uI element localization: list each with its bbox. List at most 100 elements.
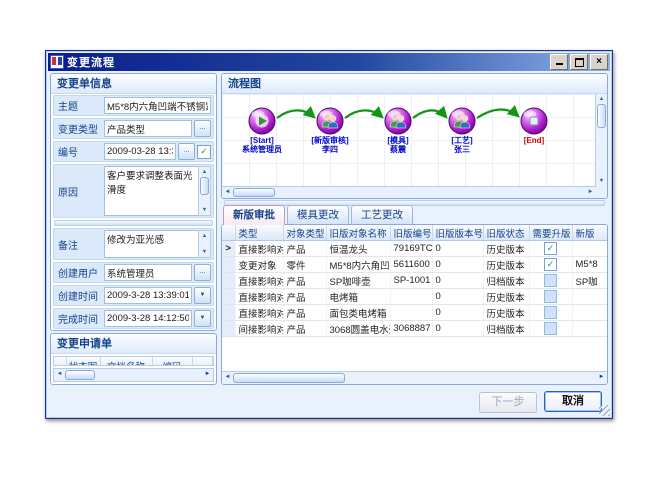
- scroll-thumb[interactable]: [200, 177, 209, 195]
- node-sublabel: 蔡震: [389, 144, 407, 154]
- tab-strip: 新版审批 模具更改 工艺更改: [221, 207, 608, 224]
- right-column: 流程图: [221, 73, 608, 385]
- scroll-thumb[interactable]: [597, 104, 606, 128]
- creator-input[interactable]: [104, 264, 192, 281]
- create-time-label: 创建时间: [56, 288, 104, 303]
- creator-row: 创建用户 ...: [53, 262, 214, 283]
- remark-scrollbar[interactable]: ▲ ▼: [198, 230, 211, 258]
- flow-chart-group: 流程图: [221, 73, 608, 199]
- cell-oldno: 3068887: [390, 321, 432, 337]
- change-type-ellipsis-button[interactable]: ...: [194, 120, 211, 137]
- node-sublabel: 系统管理员: [242, 144, 282, 154]
- row-indicator: [222, 257, 235, 273]
- maximize-button[interactable]: [570, 54, 588, 70]
- grid-col-indicator: [222, 225, 235, 241]
- grid-row[interactable]: 间接影响对象 产品 3068圆盖电水壶 3068887 0 归档版本: [222, 321, 607, 337]
- cell-oldver: 0: [432, 289, 483, 305]
- upgrade-checkbox[interactable]: [544, 242, 557, 255]
- flow-node-end[interactable]: [521, 108, 547, 134]
- request-hscrollbar[interactable]: ◄ ►: [53, 368, 214, 382]
- row-indicator: [222, 289, 235, 305]
- cell-oldver: 0: [432, 321, 483, 337]
- number-checkbox[interactable]: [197, 145, 211, 159]
- scroll-down-icon[interactable]: ▼: [199, 247, 210, 257]
- finish-time-dropdown-button[interactable]: ▼: [194, 310, 211, 327]
- create-time-input[interactable]: [104, 287, 192, 304]
- flow-hscrollbar[interactable]: ◄ ►: [222, 186, 596, 198]
- maximize-icon: [575, 58, 584, 67]
- grid-row[interactable]: 直接影响对象 产品 SP咖啡壶 SP-1001 0 归档版本 SP咖: [222, 273, 607, 289]
- approval-grid: 类型 对象类型 旧版对象名称 旧版编号 旧版版本号 旧版状态 需要升版 新版 >…: [222, 225, 607, 371]
- cell-type: 直接影响对象: [235, 241, 283, 257]
- finish-time-input[interactable]: [104, 310, 192, 327]
- upgrade-checkbox[interactable]: [544, 306, 557, 319]
- change-type-input[interactable]: [104, 120, 192, 137]
- flow-canvas[interactable]: [Start] 系统管理员 [新版审核] 李四 [模具] 蔡震 [工艺] 张三 …: [222, 94, 595, 186]
- scroll-left-icon[interactable]: ◄: [222, 372, 233, 384]
- create-time-dropdown-button[interactable]: ▼: [194, 287, 211, 304]
- flow-node-craft[interactable]: [449, 108, 475, 134]
- scroll-down-icon[interactable]: ▼: [199, 205, 210, 215]
- grid-row[interactable]: 直接影响对象 产品 电烤箱 0 历史版本: [222, 289, 607, 305]
- cell-oldname: 面包类电烤箱: [326, 305, 390, 321]
- cell-oldname: M5*8内六角凹...: [326, 257, 390, 273]
- upgrade-checkbox[interactable]: [544, 274, 557, 287]
- creator-ellipsis-button[interactable]: ...: [194, 264, 211, 281]
- resize-grip[interactable]: [599, 405, 610, 416]
- tab-mold-change[interactable]: 模具更改: [287, 205, 349, 224]
- minimize-button[interactable]: [550, 54, 568, 70]
- grid-row[interactable]: 变更对象 零件 M5*8内六角凹... 5611600 0 历史版本 M5*8: [222, 257, 607, 273]
- number-ellipsis-button[interactable]: ...: [178, 143, 195, 160]
- flow-node-review[interactable]: [317, 108, 343, 134]
- scroll-right-icon[interactable]: ►: [596, 372, 607, 384]
- reason-textarea[interactable]: 客户要求调整表面光滑度: [104, 166, 198, 216]
- upgrade-checkbox[interactable]: [544, 322, 557, 335]
- request-col-code: 编码: [152, 357, 192, 366]
- number-input[interactable]: [104, 143, 176, 160]
- left-splitter-1[interactable]: [54, 220, 213, 226]
- cell-type: 直接影响对象: [235, 289, 283, 305]
- scroll-thumb[interactable]: [233, 188, 275, 197]
- grid-row[interactable]: 直接影响对象 产品 面包类电烤箱 0 历史版本: [222, 305, 607, 321]
- grid-hscrollbar[interactable]: ◄ ►: [222, 371, 607, 384]
- scroll-up-icon[interactable]: ▲: [199, 231, 210, 241]
- scroll-left-icon[interactable]: ◄: [222, 187, 233, 198]
- cell-oldstatus: 归档版本: [483, 321, 529, 337]
- upgrade-checkbox[interactable]: [544, 258, 557, 271]
- scroll-left-icon[interactable]: ◄: [54, 369, 65, 381]
- next-button[interactable]: 下一步: [479, 392, 537, 413]
- tab-craft-change[interactable]: 工艺更改: [351, 205, 413, 224]
- scroll-thumb[interactable]: [65, 370, 95, 380]
- scroll-right-icon[interactable]: ►: [585, 187, 596, 198]
- subject-input[interactable]: [104, 97, 211, 114]
- cell-type: 直接影响对象: [235, 273, 283, 289]
- scroll-thumb[interactable]: [233, 373, 345, 383]
- remark-textarea[interactable]: 修改为亚光感: [104, 230, 198, 258]
- scroll-up-icon[interactable]: ▲: [199, 167, 210, 177]
- tab-new-version-approval[interactable]: 新版审批: [223, 205, 285, 225]
- title-bar: 变更流程 ×: [48, 53, 610, 71]
- reason-scrollbar[interactable]: ▲ ▼: [198, 166, 211, 216]
- left-column: 变更单信息 主题 变更类型 ... 编号 ... 原因 客户要求调整表面光滑度: [50, 73, 217, 385]
- scroll-down-icon[interactable]: ▼: [596, 176, 607, 186]
- cell-objtype: 零件: [283, 257, 326, 273]
- cell-type: 变更对象: [235, 257, 283, 273]
- row-indicator: [222, 273, 235, 289]
- scroll-right-icon[interactable]: ►: [202, 369, 213, 381]
- cell-oldname: 电烤箱: [326, 289, 390, 305]
- flow-node-mold[interactable]: [385, 108, 411, 134]
- cell-oldno: SP-1001: [390, 273, 432, 289]
- flow-node-start[interactable]: [249, 108, 275, 134]
- flow-vscrollbar[interactable]: ▲ ▼: [595, 94, 607, 186]
- cell-objtype: 产品: [283, 305, 326, 321]
- scroll-up-icon[interactable]: ▲: [596, 94, 607, 104]
- upgrade-checkbox[interactable]: [544, 290, 557, 303]
- cancel-button[interactable]: 取消: [544, 391, 602, 412]
- remark-row: 备注 修改为亚光感 ▲ ▼: [53, 228, 214, 260]
- finish-time-row: 完成时间 ▼: [53, 308, 214, 329]
- change-info-header: 变更单信息: [51, 74, 216, 94]
- close-button[interactable]: ×: [590, 54, 608, 70]
- grid-row[interactable]: > 直接影响对象 产品 恒温龙头 79169TC 0 历史版本: [222, 241, 607, 257]
- finish-time-label: 完成时间: [56, 311, 104, 326]
- change-request-header: 变更申请单: [51, 334, 216, 354]
